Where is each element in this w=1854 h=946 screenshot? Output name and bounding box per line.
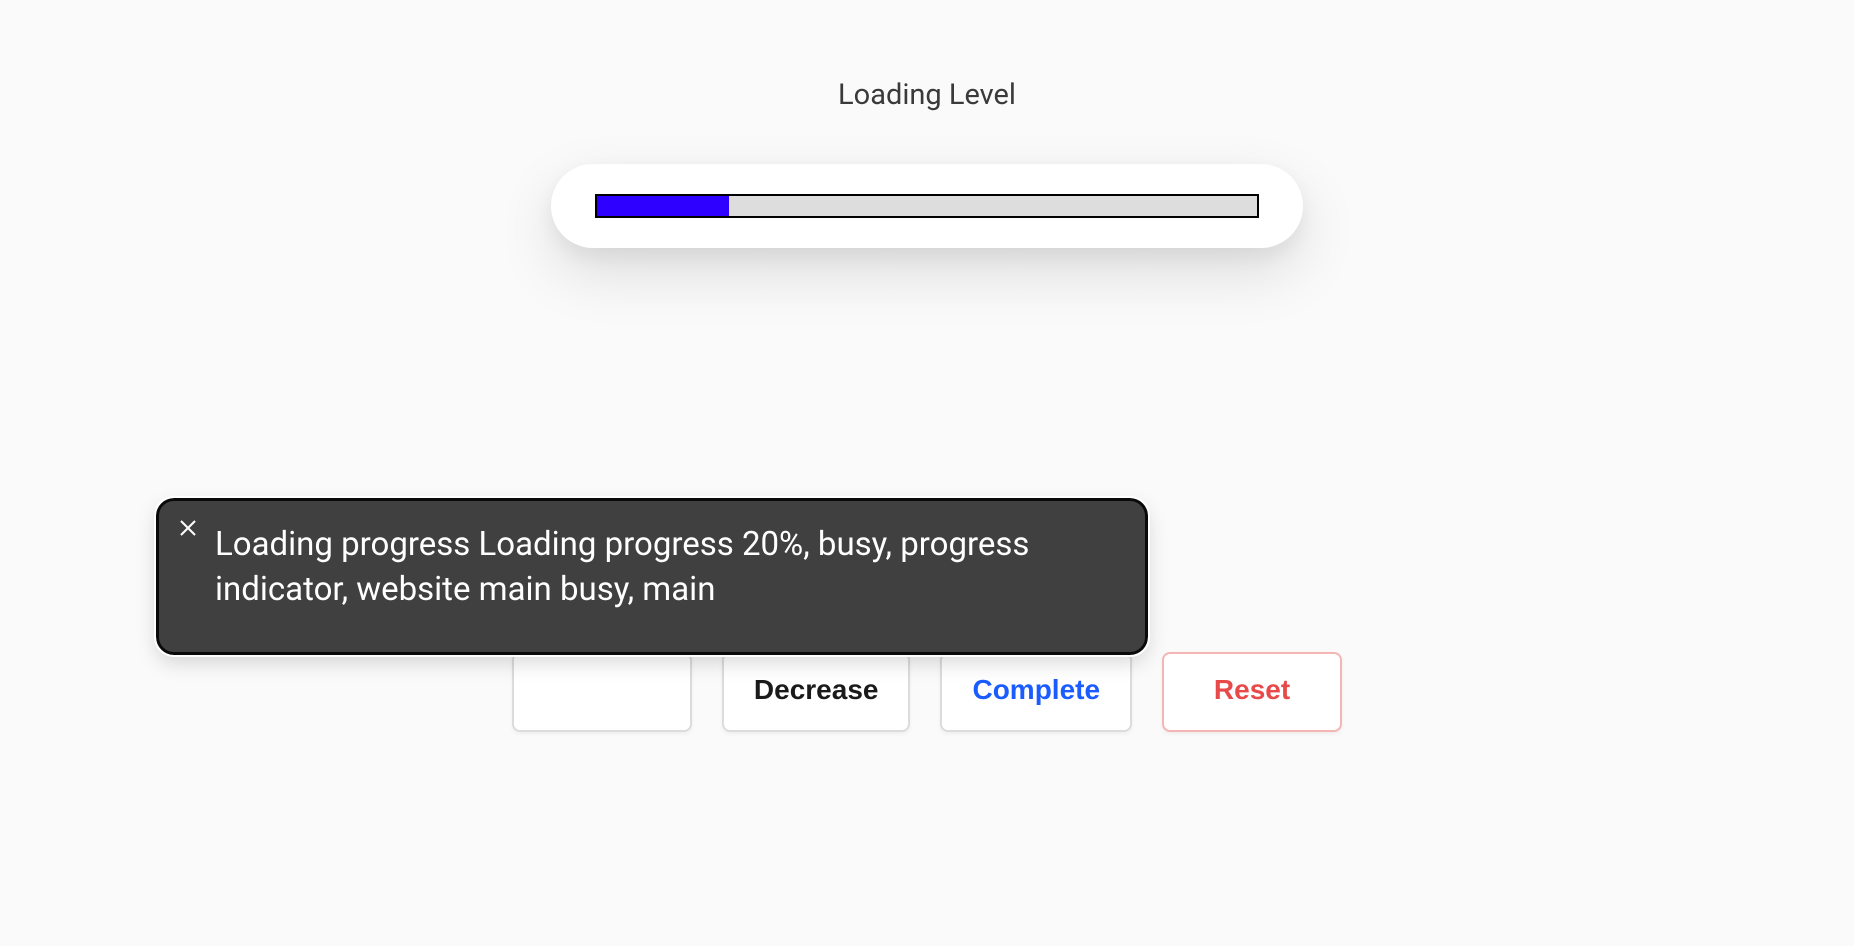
decrease-button[interactable]: Decrease <box>722 652 911 732</box>
page-title: Loading Level <box>838 78 1016 112</box>
increase-button[interactable] <box>512 652 692 732</box>
main-container: Loading Level <box>0 0 1854 248</box>
complete-button[interactable]: Complete <box>940 652 1132 732</box>
progress-fill <box>597 196 729 216</box>
tooltip-text: Loading progress Loading progress 20%, b… <box>215 523 1109 612</box>
reset-button[interactable]: Reset <box>1162 652 1342 732</box>
close-icon[interactable] <box>177 517 199 539</box>
button-row: Decrease Complete Reset <box>0 652 1854 732</box>
accessibility-tooltip: Loading progress Loading progress 20%, b… <box>156 498 1148 655</box>
progress-card <box>551 164 1303 248</box>
progress-bar <box>595 194 1259 218</box>
